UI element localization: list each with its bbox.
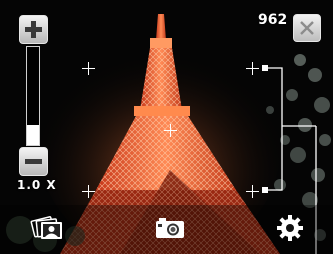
grid-crosshair xyxy=(82,185,95,198)
shutter-button[interactable] xyxy=(140,205,200,250)
settings-button[interactable] xyxy=(260,205,320,250)
gear-icon xyxy=(277,214,303,241)
close-icon xyxy=(300,21,314,35)
camera-icon xyxy=(156,217,184,238)
focus-point-bottom xyxy=(262,187,268,193)
zoom-slider[interactable] xyxy=(26,46,40,146)
grid-crosshair xyxy=(246,62,259,75)
zoom-in-button[interactable] xyxy=(19,15,48,44)
camera-toolbar xyxy=(0,205,333,254)
zoom-out-button[interactable] xyxy=(19,147,48,176)
center-crosshair xyxy=(164,124,177,137)
gallery-button[interactable] xyxy=(17,205,77,250)
camera-screen: 1.0 X 962 xyxy=(0,0,333,254)
zoom-slider-fill xyxy=(27,125,39,145)
plus-icon xyxy=(25,21,42,38)
photo-gallery-icon xyxy=(30,215,62,239)
grid-crosshair xyxy=(246,185,259,198)
shots-remaining-count: 962 xyxy=(258,12,288,28)
minus-icon xyxy=(25,159,42,164)
close-button[interactable] xyxy=(293,14,321,42)
focus-point-top xyxy=(262,65,268,71)
grid-crosshair xyxy=(82,62,95,75)
zoom-level-label: 1.0 X xyxy=(17,178,57,192)
